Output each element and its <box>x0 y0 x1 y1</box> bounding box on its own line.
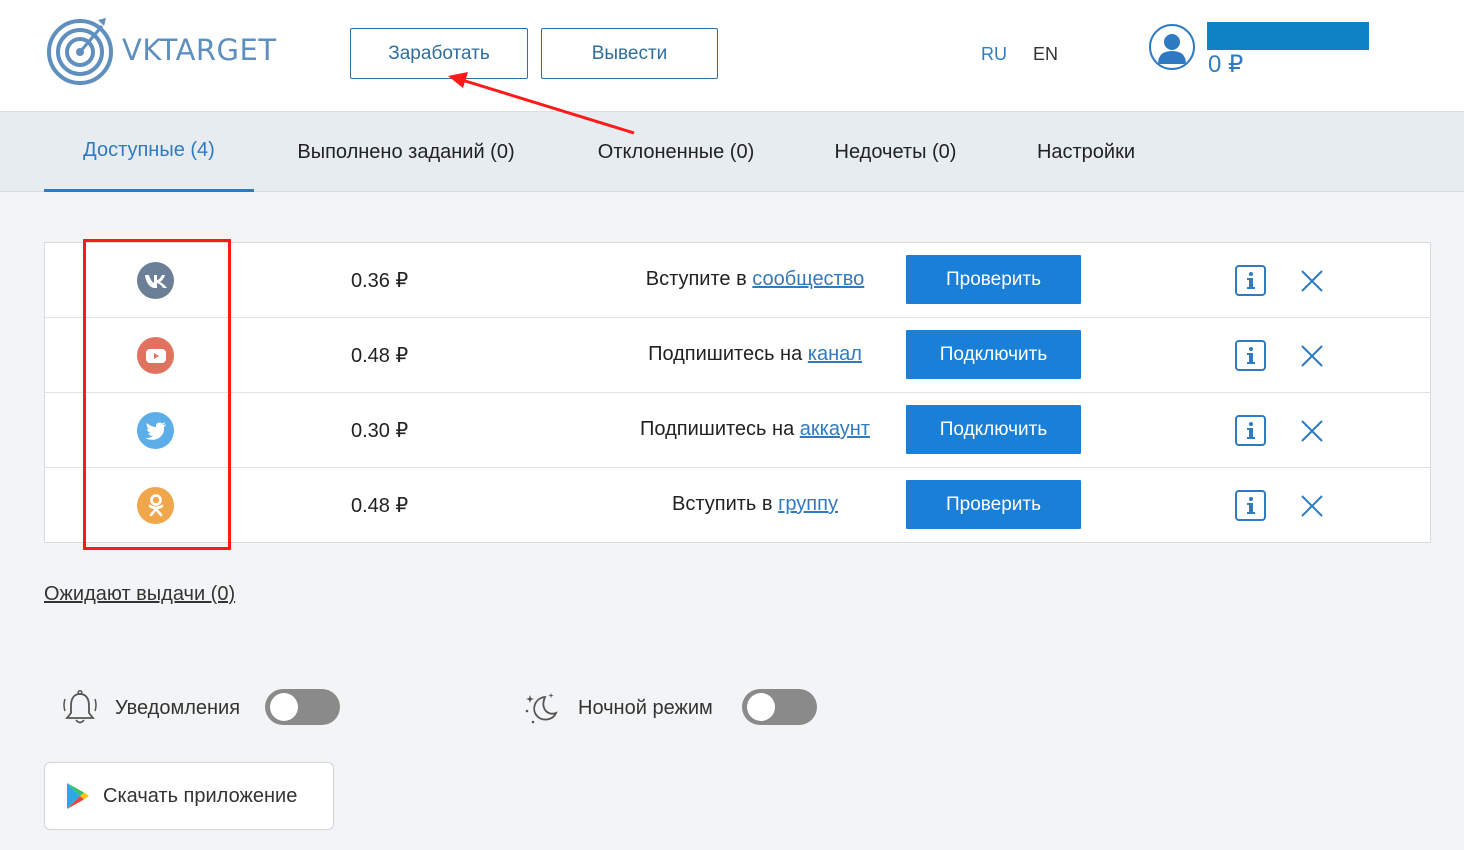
username-redacted <box>1207 22 1369 50</box>
withdraw-button[interactable]: Вывести <box>541 28 718 79</box>
earn-button[interactable]: Заработать <box>350 28 528 79</box>
info-icon <box>1246 346 1255 364</box>
table-row: 0.48 ₽ Подпишитесь на канал Подключить <box>45 318 1430 393</box>
tab-available[interactable]: Доступные (4) <box>44 112 254 192</box>
task-link[interactable]: аккаунт <box>800 418 870 440</box>
close-icon[interactable] <box>1300 419 1324 443</box>
close-icon[interactable] <box>1300 269 1324 293</box>
header: VKTARGET Заработать Вывести RU EN 0 ₽ <box>0 0 1464 112</box>
check-button[interactable]: Проверить <box>906 255 1081 304</box>
table-row: 0.30 ₽ Подпишитесь на аккаунт Подключить <box>45 393 1430 468</box>
tab-flaws[interactable]: Недочеты (0) <box>823 112 968 192</box>
download-app-label: Скачать приложение <box>103 784 298 807</box>
check-button[interactable]: Проверить <box>906 480 1081 529</box>
night-mode-label: Ночной режим <box>578 696 713 719</box>
night-mode-toggle[interactable] <box>742 689 817 725</box>
close-icon[interactable] <box>1300 494 1324 518</box>
table-row: 0.36 ₽ Вступите в сообщество Проверить <box>45 243 1430 318</box>
notifications-toggle[interactable] <box>265 689 340 725</box>
moon-stars-icon <box>525 693 558 724</box>
info-button[interactable] <box>1235 490 1266 521</box>
lang-en-link[interactable]: EN <box>1033 44 1058 65</box>
tabs-bar: Доступные (4) Выполнено заданий (0) Откл… <box>0 112 1464 192</box>
download-app-button[interactable]: Скачать приложение <box>44 762 334 830</box>
info-icon <box>1246 496 1255 514</box>
bell-icon <box>63 689 97 724</box>
tab-rejected[interactable]: Отклоненные (0) <box>585 112 767 192</box>
task-link[interactable]: группу <box>778 493 838 515</box>
info-icon <box>1246 271 1255 289</box>
user-icon <box>1158 34 1186 64</box>
google-play-icon <box>67 783 89 809</box>
info-icon <box>1246 421 1255 439</box>
connect-button[interactable]: Подключить <box>906 405 1081 454</box>
task-table: 0.36 ₽ Вступите в сообщество Проверить 0… <box>44 242 1431 543</box>
task-price: 0.48 ₽ <box>351 495 409 517</box>
table-row: 0.48 ₽ Вступить в группу Проверить <box>45 468 1430 543</box>
task-price: 0.48 ₽ <box>351 345 409 367</box>
notifications-label: Уведомления <box>115 696 241 719</box>
info-button[interactable] <box>1235 340 1266 371</box>
logo[interactable]: VKTARGET <box>46 14 277 86</box>
tab-completed[interactable]: Выполнено заданий (0) <box>282 112 530 192</box>
close-icon[interactable] <box>1300 344 1324 368</box>
night-mode-setting: Ночной режим <box>521 688 713 728</box>
annotation-box <box>83 239 231 550</box>
task-price: 0.30 ₽ <box>351 420 409 442</box>
balance: 0 ₽ <box>1208 51 1244 78</box>
avatar[interactable] <box>1149 24 1195 70</box>
info-button[interactable] <box>1235 265 1266 296</box>
task-price: 0.36 ₽ <box>351 270 409 292</box>
info-button[interactable] <box>1235 415 1266 446</box>
connect-button[interactable]: Подключить <box>906 330 1081 379</box>
task-link[interactable]: сообщество <box>752 268 864 290</box>
logo-text: VKTARGET <box>122 33 277 67</box>
tab-settings[interactable]: Настройки <box>1024 112 1148 192</box>
task-link[interactable]: канал <box>808 343 862 365</box>
notifications-setting: Уведомления <box>60 688 240 728</box>
lang-ru-link[interactable]: RU <box>981 44 1007 65</box>
pending-link[interactable]: Ожидают выдачи (0) <box>44 583 235 606</box>
target-logo-icon <box>47 18 113 85</box>
